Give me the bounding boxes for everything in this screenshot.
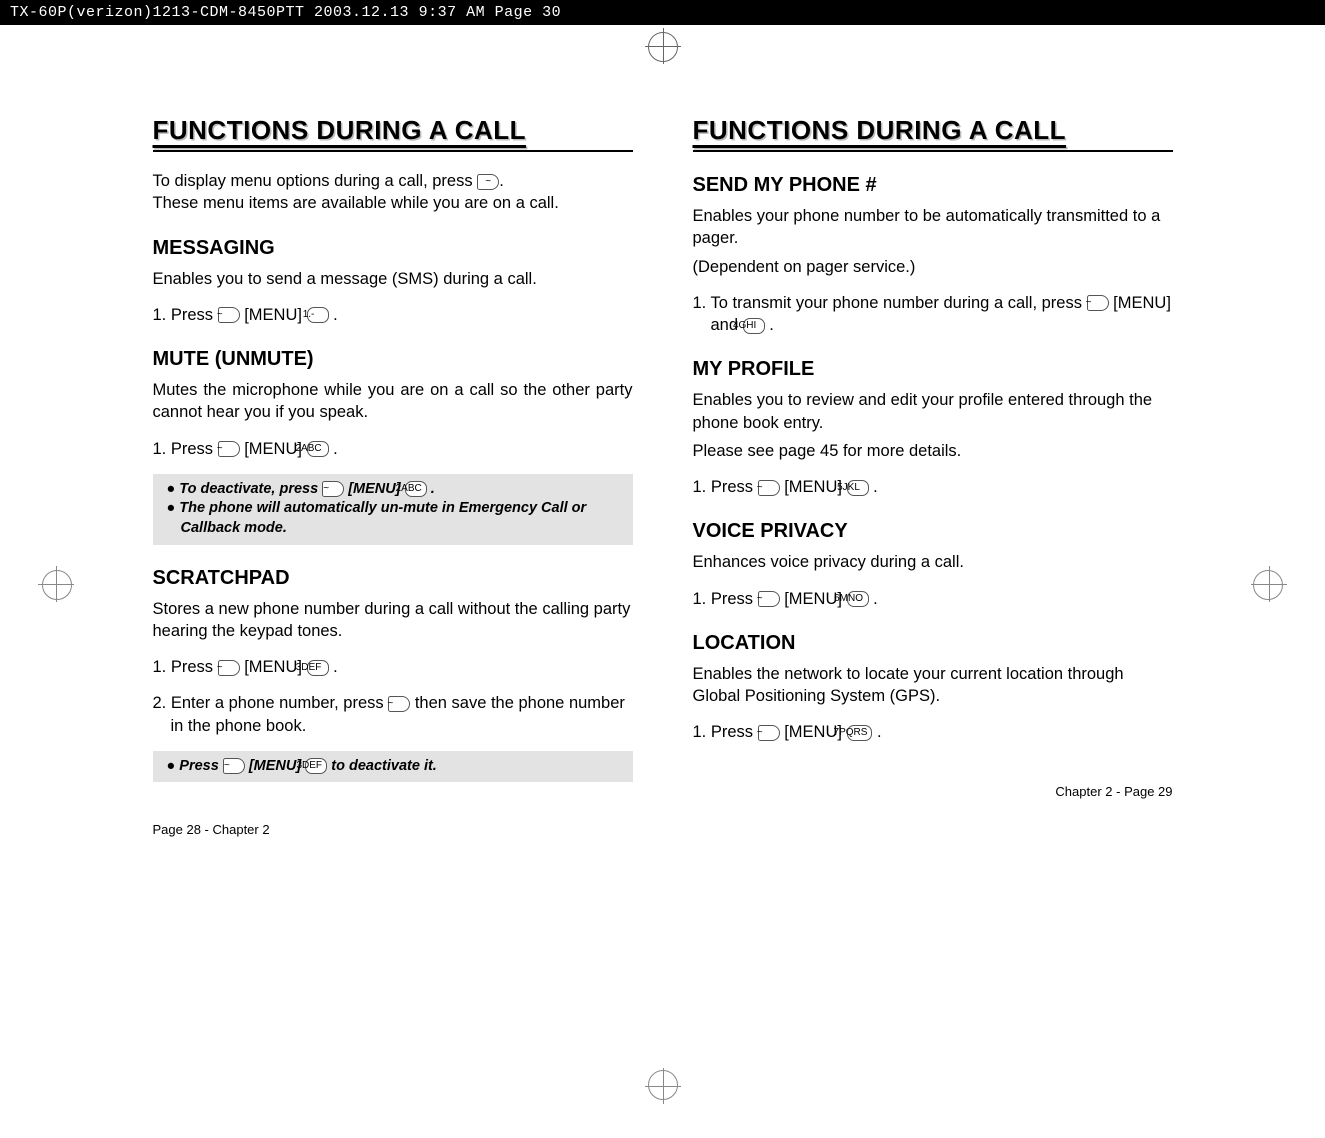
mute-note1: ● To deactivate, press ~ [MENU] 2ABC . — [163, 480, 623, 500]
voiceprivacy-desc: Enhances voice privacy during a call. — [693, 551, 1173, 573]
softkey-icon: ~ — [758, 480, 780, 496]
crop-mark-cross-icon — [1255, 570, 1283, 598]
scratchpad-step2: 2. Enter a phone number, press ~ then sa… — [153, 692, 633, 737]
section-title-right: FUNCTIONS DURING A CALL — [693, 115, 1173, 152]
heading-messaging: MESSAGING — [153, 237, 633, 260]
sendphone-desc2: (Dependent on pager service.) — [693, 256, 1173, 278]
messaging-step1: 1. Press ~ [MENU] 1.- . — [153, 304, 633, 326]
key-1-icon: 1.- — [307, 307, 329, 323]
heading-sendphone: SEND MY PHONE # — [693, 174, 1173, 197]
header-text: TX-60P(verizon)1213-CDM-8450PTT 2003.12.… — [10, 4, 561, 21]
scratchpad-desc: Stores a new phone number during a call … — [153, 598, 633, 643]
crop-mark-cross-icon — [42, 570, 70, 598]
scratchpad-note1: ● Press ~ [MENU] 3DEF to deactivate it. — [163, 757, 623, 777]
scratchpad-note-box: ● Press ~ [MENU] 3DEF to deactivate it. — [153, 751, 633, 783]
crop-mark-cross-icon — [649, 1072, 677, 1100]
myprofile-step1: 1. Press ~ [MENU] 5JKL . — [693, 476, 1173, 498]
voiceprivacy-step1: 1. Press ~ [MENU] 6MNO . — [693, 588, 1173, 610]
mute-note-box: ● To deactivate, press ~ [MENU] 2ABC . ●… — [153, 474, 633, 545]
softkey-icon: ~ — [758, 591, 780, 607]
key-4-icon: 4GHI — [743, 318, 765, 334]
heading-myprofile: MY PROFILE — [693, 358, 1173, 381]
mute-step1: 1. Press ~ [MENU] 2ABC . — [153, 438, 633, 460]
key-3-icon: 3DEF — [307, 660, 329, 676]
key-5-icon: 5JKL — [847, 480, 869, 496]
location-desc: Enables the network to locate your curre… — [693, 663, 1173, 708]
key-7-icon: 7PQRS — [847, 725, 873, 741]
softkey-icon: ~ — [1087, 295, 1109, 311]
scratchpad-step1: 1. Press ~ [MENU] 3DEF . — [153, 656, 633, 678]
softkey-icon: ~ — [223, 758, 245, 774]
left-page: FUNCTIONS DURING A CALL To display menu … — [153, 75, 633, 837]
sendphone-desc1: Enables your phone number to be automati… — [693, 205, 1173, 250]
softkey-icon: ~ — [388, 696, 410, 712]
heading-mute: MUTE (UNMUTE) — [153, 348, 633, 371]
softkey-icon: ~ — [218, 307, 240, 323]
softkey-icon: ~ — [758, 725, 780, 741]
key-3-icon: 3DEF — [305, 758, 327, 774]
intro-text: To display menu options during a call, p… — [153, 170, 633, 215]
myprofile-desc2: Please see page 45 for more details. — [693, 440, 1173, 462]
location-step1: 1. Press ~ [MENU] 7PQRS . — [693, 721, 1173, 743]
softkey-icon: ~ — [218, 660, 240, 676]
mute-desc: Mutes the microphone while you are on a … — [153, 379, 633, 424]
mute-note2: ● The phone will automatically un-mute i… — [163, 499, 623, 538]
heading-scratchpad: SCRATCHPAD — [153, 567, 633, 590]
key-6-icon: 6MNO — [847, 591, 869, 607]
softkey-icon: ~ — [322, 481, 344, 497]
section-title-left: FUNCTIONS DURING A CALL — [153, 115, 633, 152]
left-footer: Page 28 - Chapter 2 — [153, 822, 633, 837]
sendphone-step1: 1. To transmit your phone number during … — [693, 292, 1173, 337]
key-2-icon: 2ABC — [307, 441, 329, 457]
print-header: TX-60P(verizon)1213-CDM-8450PTT 2003.12.… — [0, 0, 1325, 25]
crop-mark-cross-icon — [649, 32, 677, 60]
heading-voiceprivacy: VOICE PRIVACY — [693, 520, 1173, 543]
right-page: FUNCTIONS DURING A CALL SEND MY PHONE # … — [693, 75, 1173, 837]
key-2-icon: 2ABC — [405, 481, 427, 497]
right-footer: Chapter 2 - Page 29 — [693, 784, 1173, 799]
softkey-icon: ~ — [477, 174, 499, 190]
softkey-icon: ~ — [218, 441, 240, 457]
heading-location: LOCATION — [693, 632, 1173, 655]
messaging-desc: Enables you to send a message (SMS) duri… — [153, 268, 633, 290]
myprofile-desc1: Enables you to review and edit your prof… — [693, 389, 1173, 434]
